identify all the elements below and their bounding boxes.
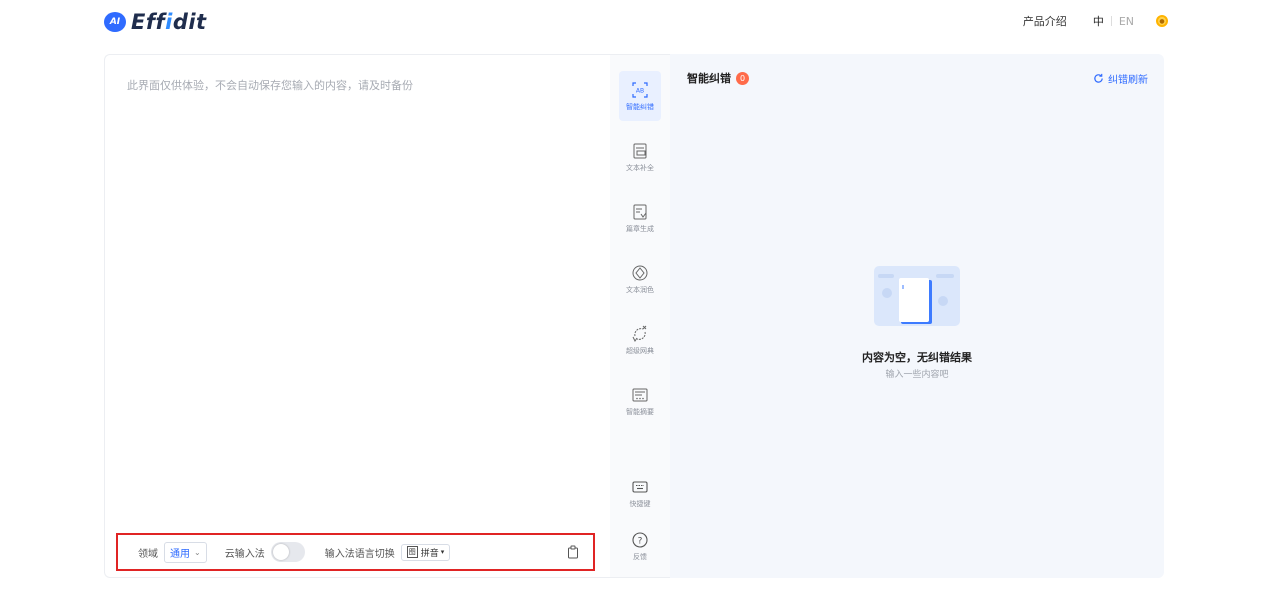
- error-count-badge: 0: [736, 71, 749, 85]
- svg-text:?: ?: [638, 536, 643, 546]
- refresh-icon: [1094, 73, 1103, 83]
- article-generate-icon: [633, 204, 647, 219]
- ime-lang-value: 拼音: [420, 548, 439, 559]
- logo-text: Effidit: [131, 10, 207, 34]
- cloud-ime-toggle[interactable]: [270, 542, 305, 562]
- empty-state-subtitle: 输入一些内容吧: [885, 370, 949, 380]
- empty-state-title: 内容为空，无纠错结果: [862, 351, 972, 364]
- dictionary-icon: [632, 325, 647, 342]
- feature-toolbar: AB 智能纠错 文本补全 篇章生成 文本润色 超级网典 智能摘要 快捷键 ? 反…: [610, 54, 670, 578]
- chevron-down-icon: ⌄: [194, 547, 201, 557]
- svg-text:AB: AB: [636, 87, 644, 94]
- paste-icon[interactable]: [567, 545, 579, 559]
- product-intro-link[interactable]: 产品介绍: [1023, 13, 1067, 29]
- caret-down-icon: ▾: [440, 548, 445, 556]
- lang-divider: [1110, 16, 1112, 26]
- lang-en-button[interactable]: EN: [1119, 15, 1134, 28]
- cloud-ime-label: 云输入法: [224, 548, 265, 560]
- domain-label: 领域: [138, 548, 158, 560]
- result-title: 智能纠错 0: [687, 70, 749, 86]
- empty-state-illustration: [874, 266, 960, 326]
- pinyin-icon: 图: [406, 546, 418, 558]
- refresh-correction-button[interactable]: 纠错刷新: [1093, 71, 1148, 86]
- logo-badge-icon: AI: [104, 12, 126, 32]
- tool-article-generate[interactable]: 篇章生成: [619, 193, 661, 243]
- correction-result-panel: 智能纠错 0 纠错刷新 内容为空，无纠错结果 输入一些内容吧: [670, 54, 1164, 578]
- editor-panel: 此界面仅供体验，不会自动保存您输入的内容，请及时备份 领域 通用 ⌄ 云输入法 …: [104, 54, 610, 578]
- tool-super-dictionary[interactable]: 超级网典: [619, 315, 661, 365]
- polish-icon: [632, 265, 648, 280]
- keyboard-icon: [632, 480, 648, 493]
- top-nav: 产品介绍 中 EN ●: [1023, 13, 1168, 29]
- help-icon: ?: [632, 531, 648, 548]
- logo[interactable]: AI Effidit: [104, 10, 207, 34]
- coin-icon[interactable]: ●: [1156, 15, 1168, 27]
- tool-feedback[interactable]: ? 反馈: [619, 521, 661, 571]
- editor-textarea[interactable]: 此界面仅供体验，不会自动保存您输入的内容，请及时备份: [127, 77, 413, 93]
- text-complete-icon: [633, 143, 647, 158]
- tool-text-complete[interactable]: 文本补全: [619, 132, 661, 182]
- ime-lang-select[interactable]: 图 拼音 ▾: [400, 543, 451, 561]
- summary-icon: [632, 388, 648, 401]
- editor-bottom-bar: 领域 通用 ⌄ 云输入法 输入法语言切换 图 拼音 ▾: [116, 533, 595, 571]
- tool-text-polish[interactable]: 文本润色: [619, 254, 661, 304]
- tool-shortcuts[interactable]: 快捷键: [619, 468, 661, 518]
- lang-zh-button[interactable]: 中: [1093, 13, 1104, 29]
- domain-select[interactable]: 通用 ⌄: [164, 541, 207, 563]
- toggle-knob: [272, 544, 289, 560]
- domain-value: 通用: [170, 548, 190, 560]
- tool-smart-summary[interactable]: 智能摘要: [619, 376, 661, 426]
- tool-smart-correction[interactable]: AB 智能纠错: [619, 71, 661, 121]
- ime-lang-label: 输入法语言切换: [324, 548, 395, 560]
- ab-scan-icon: AB: [632, 81, 648, 98]
- top-bar: AI Effidit 产品介绍 中 EN ●: [0, 0, 1268, 42]
